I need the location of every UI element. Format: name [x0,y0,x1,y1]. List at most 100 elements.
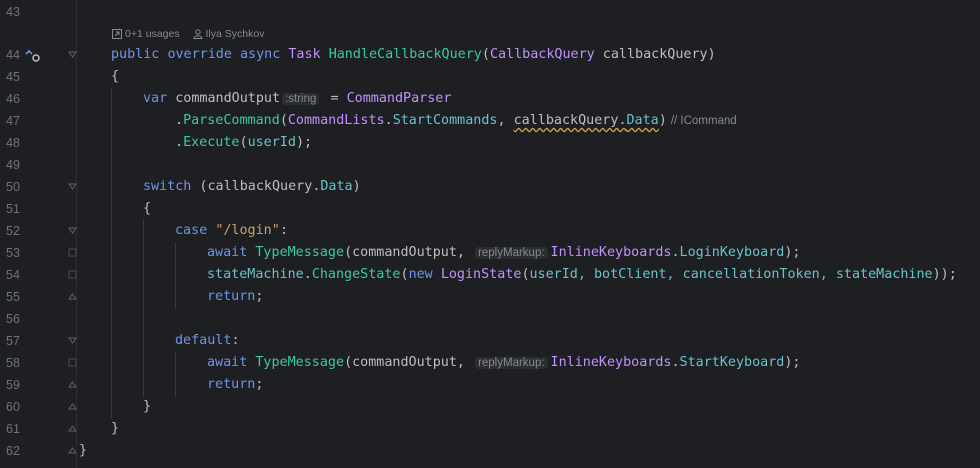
code-token: stateMachine [207,267,304,282]
code-text: .Execute(userId); [175,132,312,154]
code-token: ( [400,267,409,282]
override-gutter-icon[interactable] [24,47,42,63]
code-token: ); [784,355,801,370]
line-number: 49 [6,158,20,172]
code-token: userId [247,135,296,150]
code-text: return; [207,374,263,396]
fold-toggle[interactable] [68,182,77,191]
code-token: . [303,267,312,282]
code-token: callbackQuery.Data [514,113,659,128]
code-token: ( [481,47,490,62]
code-line: 58 await TypeMessage(commandOutput, repl… [0,352,980,374]
code-line: 48 .Execute(userId); [0,132,980,154]
code-token: ( [344,245,353,260]
code-token: ) [707,47,716,62]
code-token: override [167,47,232,62]
code-text: .ParseCommand(CommandLists.StartCommands… [175,110,737,132]
fold-toggle[interactable] [68,292,77,301]
code-token: new [408,267,433,282]
code-token: ; [255,377,264,392]
fold-toggle[interactable] [68,226,77,235]
code-token: . [175,113,184,128]
fold-toggle[interactable] [68,336,77,345]
usages-text: 0+1 usages [125,28,180,40]
param-hint: replyMarkup: [475,247,548,259]
code-line: 54 stateMachine.ChangeState(new LoginSta… [0,264,980,286]
code-token: : [279,223,288,238]
type-hint: :string [282,93,320,105]
line-number: 46 [6,92,20,106]
fold-toggle[interactable] [68,50,77,59]
code-token: CommandLists [287,113,385,128]
code-text: await TypeMessage(commandOutput, replyMa… [207,242,800,264]
code-token: StartKeyboard [679,355,785,370]
code-token: ; [255,289,264,304]
code-text: } [111,421,120,436]
code-text: var commandOutput:string = CommandParser [143,88,451,110]
code-token: Execute [183,135,240,150]
code-token: ) [352,179,361,194]
code-token: = [322,91,347,106]
code-text: { [143,201,152,216]
code-token: case [175,223,208,238]
code-token: TypeMessage [255,245,345,260]
code-editor[interactable]: 0+1 usages Ilya Sychkov 43 44 public ove… [0,0,980,468]
usages-lens[interactable]: 0+1 usages [112,27,180,41]
line-number: 48 [6,136,20,150]
line-number: 51 [6,202,20,216]
code-token: ParseCommand [183,113,280,128]
code-token: LoginState [440,267,522,282]
code-token: return [207,289,256,304]
code-token: ( [344,355,353,370]
line-number: 61 [6,422,20,436]
code-token: callbackQuery [513,113,619,128]
code-line: 55 return; [0,286,980,308]
code-line: 44 public override async Task HandleCall… [0,44,980,66]
code-token: ( [239,135,248,150]
fold-marker [68,248,77,257]
line-number: 50 [6,180,20,194]
code-token: ); [295,135,313,150]
code-token: Data [320,179,353,194]
code-token: TypeMessage [255,355,345,370]
fold-toggle[interactable] [68,424,77,433]
code-token: switch [143,179,192,194]
code-line: 57 default: [0,330,980,352]
code-text: switch (callbackQuery.Data) [143,176,361,198]
code-token: ( [279,113,288,128]
author-icon [193,29,203,39]
code-lens: 0+1 usages Ilya Sychkov [112,27,274,41]
code-token: HandleCallbackQuery [328,47,482,62]
code-token: userId, botClient, cancellationToken, st… [529,267,933,282]
line-number: 55 [6,290,20,304]
line-number: 57 [6,334,20,348]
fold-toggle[interactable] [68,380,77,389]
code-token: Data [626,113,659,128]
code-token: ( [191,179,208,194]
code-line: 59 return; [0,374,980,396]
fold-marker [68,358,77,367]
author-lens[interactable]: Ilya Sychkov [193,27,264,41]
code-token: callbackQuery [207,179,313,194]
code-token: . [384,113,393,128]
code-line: 61 } [0,418,980,440]
code-token: Task [288,47,321,62]
line-number: 47 [6,114,20,128]
code-token: await [207,355,248,370]
line-number: 58 [6,356,20,370]
code-token: callbackQuery [594,47,708,62]
code-token: . [671,245,680,260]
code-token: async [240,47,281,62]
code-token: var [143,91,168,106]
code-text: public override async Task HandleCallbac… [111,44,716,66]
code-text: case "/login": [175,220,288,242]
line-number: 56 [6,312,20,326]
code-line: 51 { [0,198,980,220]
code-token: ) [658,113,667,128]
fold-toggle[interactable] [68,402,77,411]
fold-toggle[interactable] [68,446,77,455]
code-text: return; [207,286,263,308]
code-token: )); [932,267,957,282]
line-number: 59 [6,378,20,392]
code-token: . [618,113,627,128]
